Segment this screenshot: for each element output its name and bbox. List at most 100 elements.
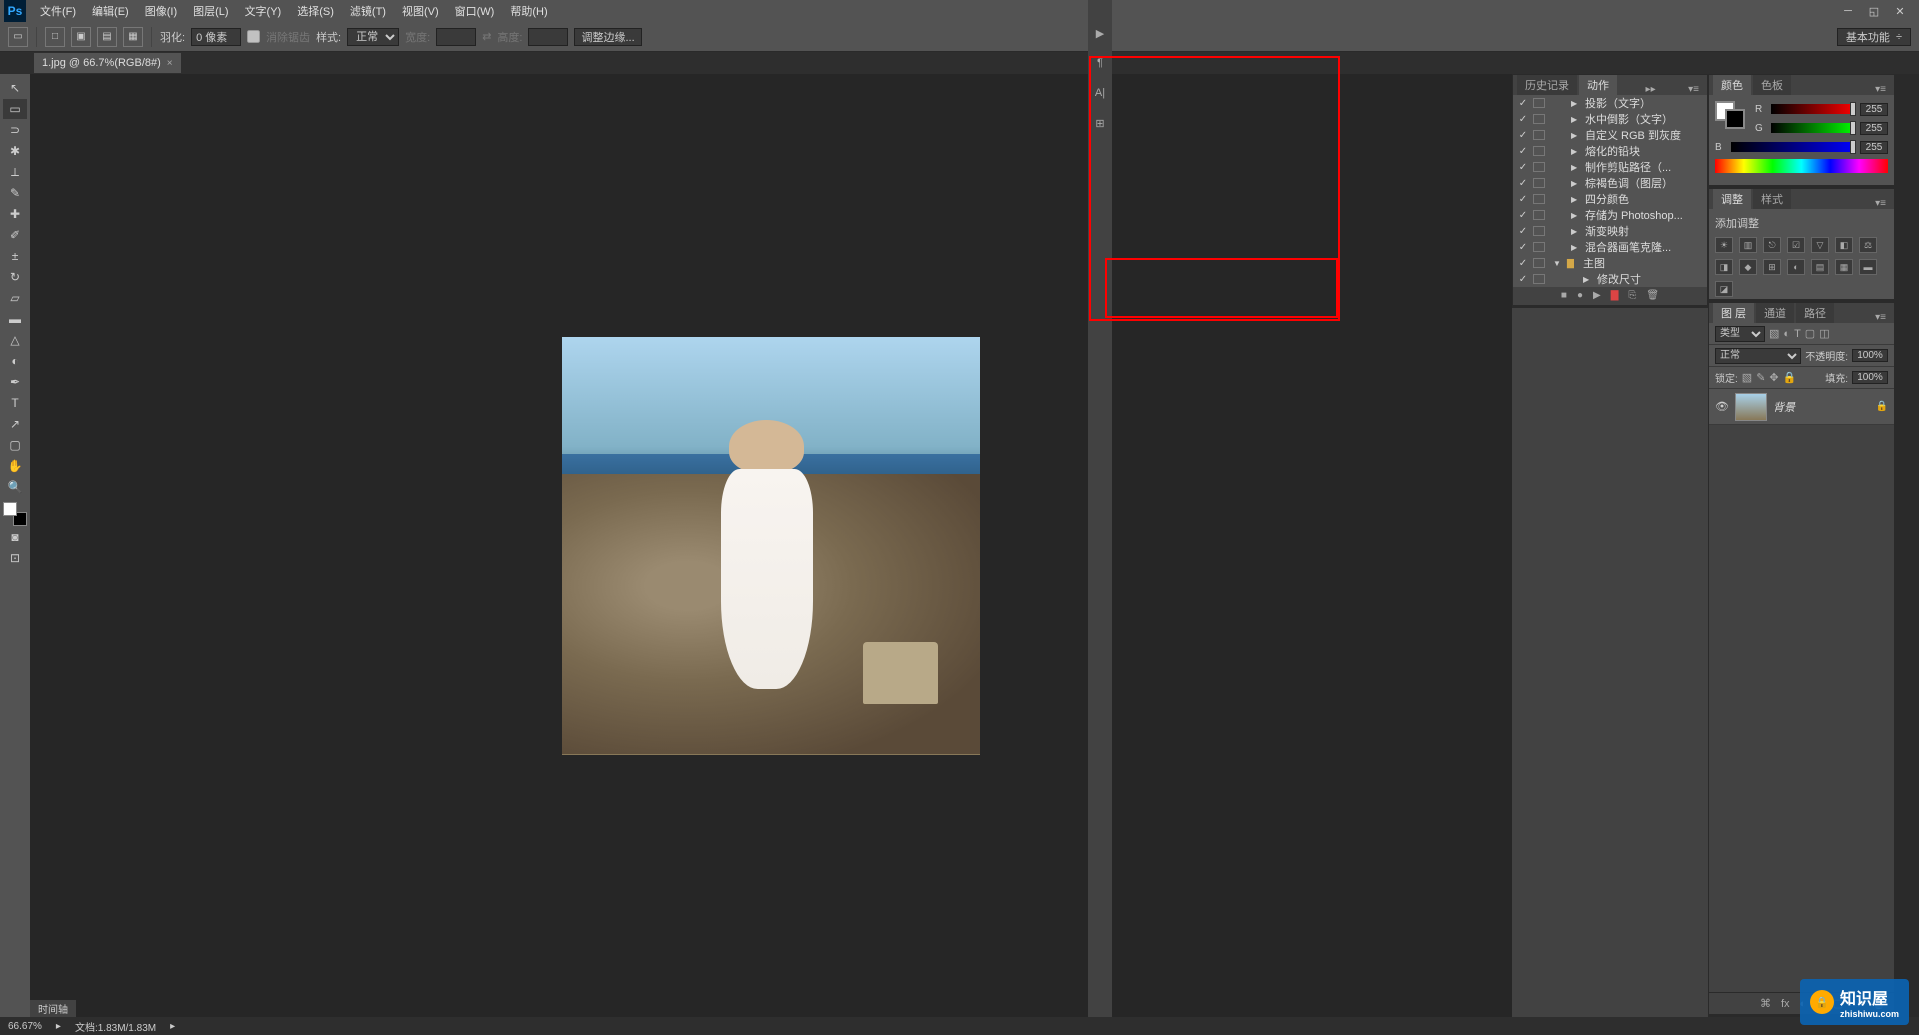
panel-menu-icon[interactable]: ▾≡ xyxy=(1871,312,1890,323)
action-row[interactable]: ✓▶投影（文字） xyxy=(1513,95,1707,111)
layer-kind-select[interactable]: 类型 xyxy=(1715,326,1765,342)
fill-input[interactable] xyxy=(1852,371,1888,384)
lock-icon[interactable]: 🔒 xyxy=(1876,401,1888,412)
action-row[interactable]: ✓▼▇主图 xyxy=(1513,255,1707,271)
gradient-tool-icon[interactable]: ▬ xyxy=(3,309,27,329)
trash-icon[interactable]: 🗑 xyxy=(1646,290,1659,301)
screenmode-icon[interactable]: ⊡ xyxy=(3,548,27,568)
check-icon[interactable]: ✓ xyxy=(1517,258,1529,269)
menu-help[interactable]: 帮助(H) xyxy=(502,3,555,19)
history-brush-tool-icon[interactable]: ↻ xyxy=(3,267,27,287)
type-tool-icon[interactable]: T xyxy=(3,393,27,413)
tab-channels[interactable]: 通道 xyxy=(1756,303,1794,323)
expand-icon[interactable]: ▶ xyxy=(1571,179,1581,188)
style-select[interactable]: 正常 xyxy=(347,28,399,46)
selection-new-icon[interactable]: □ xyxy=(45,27,65,47)
stamp-tool-icon[interactable]: ± xyxy=(3,246,27,266)
timeline-tab[interactable]: 时间轴 xyxy=(30,1000,76,1017)
maximize-icon[interactable]: ◱ xyxy=(1865,4,1883,18)
check-icon[interactable]: ✓ xyxy=(1517,114,1529,125)
check-icon[interactable]: ✓ xyxy=(1517,194,1529,205)
minimize-icon[interactable]: ─ xyxy=(1839,4,1857,18)
eyedropper-tool-icon[interactable]: ✎ xyxy=(3,183,27,203)
r-slider[interactable] xyxy=(1771,104,1856,114)
check-icon[interactable]: ✓ xyxy=(1517,178,1529,189)
opacity-input[interactable] xyxy=(1852,349,1888,362)
panel-collapse-icon[interactable]: ▸▸ xyxy=(1642,84,1660,95)
blend-mode-select[interactable]: 正常 xyxy=(1715,348,1801,364)
quickmask-icon[interactable]: ◙ xyxy=(3,527,27,547)
lock-all-icon[interactable]: 🔒 xyxy=(1783,371,1797,384)
tab-color[interactable]: 颜色 xyxy=(1713,75,1751,95)
expand-icon[interactable]: ▶ xyxy=(1571,211,1581,220)
action-row[interactable]: ✓▶存储为 Photoshop... xyxy=(1513,207,1707,223)
filter-type-icon[interactable]: T xyxy=(1794,328,1801,340)
colorbalance-icon[interactable]: ⚖ xyxy=(1859,237,1877,253)
brightness-icon[interactable]: ☀ xyxy=(1715,237,1733,253)
exposure-icon[interactable]: ☑ xyxy=(1787,237,1805,253)
document-tab[interactable]: 1.jpg @ 66.7%(RGB/8#) × xyxy=(34,53,181,73)
dialog-toggle[interactable] xyxy=(1533,258,1545,268)
check-icon[interactable]: ✓ xyxy=(1517,98,1529,109)
brush-tool-icon[interactable]: ✐ xyxy=(3,225,27,245)
dialog-toggle[interactable] xyxy=(1533,98,1545,108)
action-row[interactable]: ✓▶自定义 RGB 到灰度 xyxy=(1513,127,1707,143)
threshold-icon[interactable]: ▦ xyxy=(1835,259,1853,275)
dialog-toggle[interactable] xyxy=(1533,130,1545,140)
marquee-tool-icon[interactable]: ▭ xyxy=(3,99,27,119)
menu-layer[interactable]: 图层(L) xyxy=(185,3,236,19)
menu-window[interactable]: 窗口(W) xyxy=(447,3,503,19)
action-row[interactable]: ✓▶熔化的铅块 xyxy=(1513,143,1707,159)
zoom-level[interactable]: 66.67% xyxy=(8,1021,42,1032)
channelmixer-icon[interactable]: ⊞ xyxy=(1763,259,1781,275)
g-slider[interactable] xyxy=(1771,123,1856,133)
expand-icon[interactable]: ▶ xyxy=(1571,227,1581,236)
color-spectrum[interactable] xyxy=(1715,159,1888,173)
check-icon[interactable]: ✓ xyxy=(1517,130,1529,141)
foreground-color-swatch[interactable] xyxy=(3,502,17,516)
dialog-toggle[interactable] xyxy=(1533,162,1545,172)
expand-icon[interactable]: ▶ xyxy=(1571,147,1581,156)
layer-row[interactable]: 👁 背景 🔒 xyxy=(1709,389,1894,425)
bw-icon[interactable]: ◨ xyxy=(1715,259,1733,275)
canvas-area[interactable] xyxy=(30,74,1512,1017)
vibrance-icon[interactable]: ▽ xyxy=(1811,237,1829,253)
expand-icon[interactable]: ▼ xyxy=(1553,259,1563,268)
close-icon[interactable]: ✕ xyxy=(1891,4,1909,18)
b-slider[interactable] xyxy=(1731,142,1856,152)
selection-add-icon[interactable]: ▣ xyxy=(71,27,91,47)
healing-tool-icon[interactable]: ✚ xyxy=(3,204,27,224)
fx-icon[interactable]: fx xyxy=(1781,998,1790,1010)
menu-edit[interactable]: 编辑(E) xyxy=(84,3,137,19)
check-icon[interactable]: ✓ xyxy=(1517,162,1529,173)
expand-icon[interactable]: ▶ xyxy=(1571,115,1581,124)
zoom-tool-icon[interactable]: 🔍 xyxy=(3,477,27,497)
lock-pixels-icon[interactable]: ✎ xyxy=(1756,371,1765,384)
tab-layers[interactable]: 图 层 xyxy=(1713,303,1754,323)
menu-type[interactable]: 文字(Y) xyxy=(237,3,290,19)
brush-dock-icon[interactable]: ⊞ xyxy=(1091,114,1109,132)
move-tool-icon[interactable]: ↖ xyxy=(3,78,27,98)
photofilter-icon[interactable]: ◆ xyxy=(1739,259,1757,275)
tab-history[interactable]: 历史记录 xyxy=(1517,75,1577,95)
paragraph-icon[interactable]: ¶ xyxy=(1091,54,1109,72)
panel-menu-icon[interactable]: ▾≡ xyxy=(1871,198,1890,209)
panel-menu-icon[interactable]: ▾≡ xyxy=(1871,84,1890,95)
lock-transparent-icon[interactable]: ▧ xyxy=(1742,371,1752,384)
play-icon[interactable]: ▶ xyxy=(1593,290,1601,301)
magic-wand-tool-icon[interactable]: ✱ xyxy=(3,141,27,161)
tab-actions[interactable]: 动作 xyxy=(1579,75,1617,95)
action-row[interactable]: ✓▶四分颜色 xyxy=(1513,191,1707,207)
char-icon[interactable]: A| xyxy=(1091,84,1109,102)
tool-preset-icon[interactable]: ▭ xyxy=(8,27,28,47)
filter-shape-icon[interactable]: ▢ xyxy=(1805,327,1815,340)
doc-size[interactable]: 文档:1.83M/1.83M xyxy=(75,1019,156,1034)
check-icon[interactable]: ✓ xyxy=(1517,210,1529,221)
menu-view[interactable]: 视图(V) xyxy=(394,3,447,19)
tab-close-icon[interactable]: × xyxy=(167,58,173,69)
action-row[interactable]: ✓▶棕褐色调（图层） xyxy=(1513,175,1707,191)
shape-tool-icon[interactable]: ▢ xyxy=(3,435,27,455)
tab-styles[interactable]: 样式 xyxy=(1753,189,1791,209)
tab-paths[interactable]: 路径 xyxy=(1796,303,1834,323)
check-icon[interactable]: ✓ xyxy=(1517,242,1529,253)
